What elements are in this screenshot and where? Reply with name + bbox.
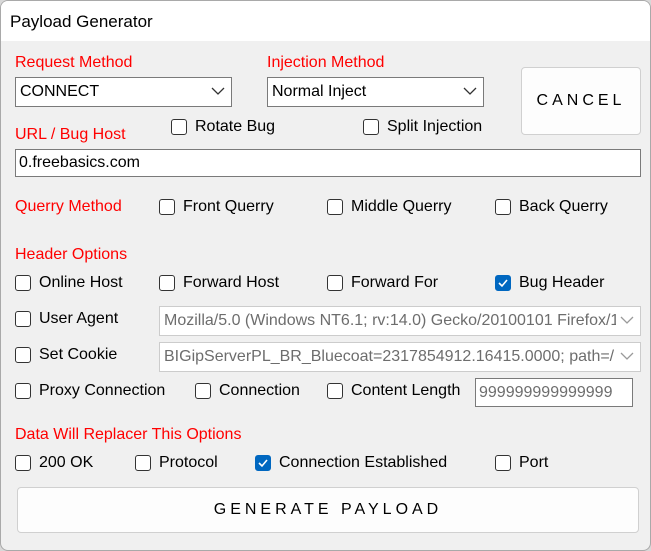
request-method-select[interactable]: CONNECT: [15, 77, 232, 107]
generate-payload-label: GENERATE PAYLOAD: [213, 501, 443, 518]
bug-header-label: Bug Header: [519, 274, 605, 291]
set-cookie-label: Set Cookie: [39, 346, 118, 363]
set-cookie-select[interactable]: BIGipServerPL_BR_Bluecoat=2317854912.164…: [159, 342, 641, 372]
cancel-label: CANCEL: [536, 92, 626, 109]
back-querry-label: Back Querry: [519, 198, 608, 215]
checkbox-box: [327, 383, 343, 399]
checkbox-box: [159, 199, 175, 215]
checkbox-box: [159, 275, 175, 291]
checkbox-box-checked: [255, 455, 271, 471]
chevron-down-icon: [211, 87, 225, 95]
checkmark-icon: [258, 459, 268, 468]
checkbox-box: [15, 311, 31, 327]
checkbox-box: [327, 199, 343, 215]
request-method-value: CONNECT: [20, 83, 100, 100]
set-cookie-value: BIGipServerPL_BR_Bluecoat=2317854912.164…: [164, 348, 615, 365]
checkbox-box: [363, 119, 379, 135]
checkbox-box-checked: [495, 275, 511, 291]
rotate-bug-label: Rotate Bug: [195, 118, 276, 135]
connection-label: Connection: [219, 382, 300, 399]
payload-generator-window: Payload Generator Request Method Injecti…: [0, 0, 651, 551]
front-querry-label: Front Querry: [183, 198, 274, 215]
protocol-label: Protocol: [159, 454, 218, 471]
checkmark-icon: [498, 279, 508, 288]
injection-method-select[interactable]: Normal Inject: [267, 77, 484, 107]
proxy-connection-label: Proxy Connection: [39, 382, 166, 399]
content-length-label: Content Length: [351, 382, 461, 399]
window-title: Payload Generator: [10, 12, 153, 31]
checkbox-box: [15, 275, 31, 291]
injection-method-label: Injection Method: [267, 54, 385, 71]
split-injection-label: Split Injection: [387, 118, 483, 135]
chevron-down-icon: [620, 316, 634, 324]
querry-method-label: Querry Method: [15, 198, 122, 215]
chevron-down-icon: [463, 87, 477, 95]
request-method-label: Request Method: [15, 54, 133, 71]
user-agent-select[interactable]: Mozilla/5.0 (Windows NT6.1; rv:14.0) Gec…: [159, 306, 641, 336]
url-input[interactable]: 0.freebasics.com: [15, 149, 641, 177]
connection-established-label: Connection Established: [279, 454, 448, 471]
checkbox-box: [15, 383, 31, 399]
user-agent-value: Mozilla/5.0 (Windows NT6.1; rv:14.0) Gec…: [164, 312, 616, 329]
ok200-label: 200 OK: [39, 454, 94, 471]
injection-method-value: Normal Inject: [272, 83, 367, 100]
forward-host-label: Forward Host: [183, 274, 280, 291]
user-agent-label: User Agent: [39, 310, 119, 327]
checkbox-box: [135, 455, 151, 471]
title-bar: Payload Generator: [1, 1, 650, 41]
chevron-down-icon: [620, 352, 634, 360]
port-label: Port: [519, 454, 549, 471]
generate-payload-button[interactable]: GENERATE PAYLOAD: [17, 487, 639, 533]
middle-querry-label: Middle Querry: [351, 198, 452, 215]
forward-for-label: Forward For: [351, 274, 439, 291]
checkbox-box: [495, 455, 511, 471]
online-host-label: Online Host: [39, 274, 123, 291]
checkbox-box: [327, 275, 343, 291]
checkbox-box: [495, 199, 511, 215]
header-options-label: Header Options: [15, 246, 128, 263]
cancel-button[interactable]: CANCEL: [521, 67, 641, 135]
url-bug-host-label: URL / Bug Host: [15, 126, 126, 143]
url-value: 0.freebasics.com: [19, 154, 140, 171]
checkbox-box: [15, 347, 31, 363]
data-replacer-label: Data Will Replacer This Options: [15, 426, 242, 443]
content-length-value: 999999999999999: [479, 384, 613, 401]
checkbox-box: [15, 455, 31, 471]
checkbox-box: [171, 119, 187, 135]
checkbox-box: [195, 383, 211, 399]
content-length-input[interactable]: 999999999999999: [475, 378, 633, 407]
